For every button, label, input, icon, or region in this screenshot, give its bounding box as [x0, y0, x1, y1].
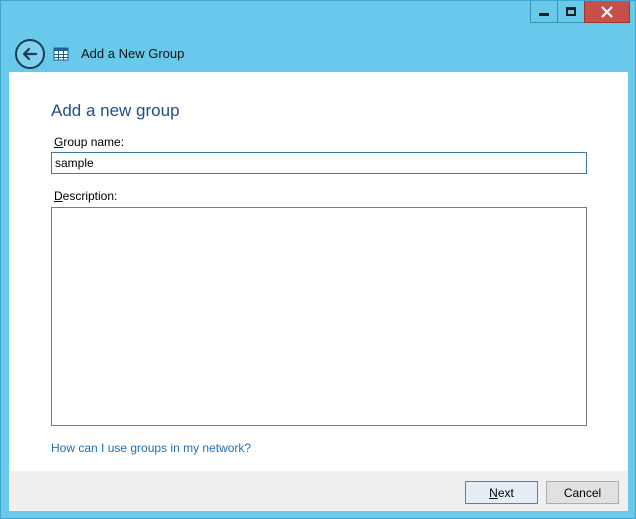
- group-name-label: Group name:: [54, 135, 124, 149]
- main-content: Add a new group Group name: Description:…: [9, 72, 628, 471]
- next-button[interactable]: Next: [465, 481, 538, 504]
- close-button[interactable]: [584, 1, 630, 23]
- description-textarea[interactable]: [51, 207, 587, 426]
- minimize-button[interactable]: [530, 1, 558, 23]
- footer-bar: Next Cancel: [9, 471, 628, 511]
- add-group-window: Add a New Group Add a new group Group na…: [0, 0, 636, 519]
- minimize-icon: [539, 13, 549, 16]
- group-name-access-key: G: [54, 135, 64, 149]
- cancel-button[interactable]: Cancel: [546, 481, 619, 504]
- group-table-icon: [53, 47, 69, 61]
- back-button[interactable]: [15, 39, 45, 69]
- back-arrow-icon: [22, 47, 38, 61]
- next-access-key: N: [489, 485, 498, 500]
- group-name-label-text: roup name:: [63, 135, 125, 149]
- description-label: Description:: [54, 189, 117, 203]
- maximize-button[interactable]: [557, 1, 585, 23]
- groups-help-link[interactable]: How can I use groups in my network?: [51, 441, 251, 455]
- group-name-input[interactable]: [51, 152, 587, 174]
- close-icon: [601, 5, 613, 18]
- next-label: ext: [497, 485, 514, 500]
- maximize-icon: [566, 7, 576, 16]
- description-access-key: D: [54, 189, 63, 203]
- window-title: Add a New Group: [81, 46, 185, 61]
- description-label-text: escription:: [62, 189, 118, 203]
- page-heading: Add a new group: [51, 101, 180, 120]
